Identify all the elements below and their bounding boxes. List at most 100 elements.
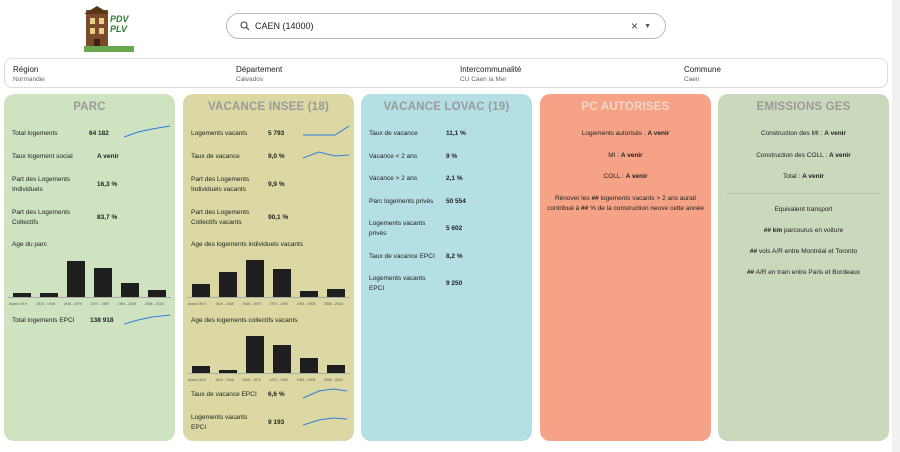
pc-line-logements: Logements autorisés : A venir [540, 130, 711, 137]
ges-mi-label: Construction des MI : [760, 130, 825, 137]
ges-voiture-label: parcourus en voiture [782, 227, 844, 234]
lovac-epci-taux-label: Taux de vacance EPCI [369, 253, 435, 260]
vacance-individuels-label: Part des Logements Individuels vacants [191, 176, 250, 193]
ges-coll-value: A venir [828, 152, 851, 159]
age-bar-label: 2006 - 2015 [144, 302, 164, 306]
crumb-commune-label: Commune [684, 65, 721, 74]
age-bar [300, 290, 319, 297]
parc-age-chart: Avant 1919 1919 - 1945 1946 - 1970 1971 - 1… [8, 254, 171, 306]
crumb-departement: Département Calvados [236, 65, 282, 83]
age-bar-label: 2006 - 2015 [323, 378, 343, 382]
ges-coll-label: Construction des COLL : [756, 152, 829, 159]
parc-title: PARC [73, 101, 106, 113]
vacance-insee-card: VACANCE INSEE (18) Logements vacants 5 7… [183, 94, 354, 441]
parc-age-title: Age du parc [12, 241, 48, 248]
lovac-plus2-label: Vacance > 2 ans [369, 175, 418, 182]
crumb-departement-value: Calvados [236, 76, 264, 83]
age-bar-label: Avant 1919 [188, 302, 206, 306]
parc-total-sparkline [124, 125, 171, 138]
chart-axis [187, 373, 350, 374]
age-bar [191, 365, 210, 373]
parc-total-label: Total logements [12, 130, 58, 137]
pc-renovation-text: Rénover les ## logements vacants > 2 ans… [546, 194, 705, 214]
lovac-epci-taux-value: 8,2 % [446, 253, 463, 260]
age-bar [66, 261, 85, 297]
crumb-intercommunalite-value: CU Caen la Mer [460, 76, 507, 83]
vacance-logements-sparkline [303, 125, 350, 136]
ges-train-label: A/R en train entre Paris et Bordeaux [754, 269, 861, 276]
age-bar [94, 267, 113, 297]
pc-text-a: Rénover les [554, 195, 592, 202]
parc-individuels-value: 16,3 % [97, 181, 118, 188]
parc-social-value: A venir [97, 153, 119, 160]
crumb-intercommunalite-label: Intercommunalité [460, 65, 522, 74]
vacance-collectifs-label: Part des Logements Collectifs vacants [191, 209, 250, 226]
lovac-moins2-value: 9 % [446, 153, 458, 160]
ges-equiv-train: ## A/R en train entre Paris et Bordeaux [718, 269, 889, 276]
lovac-prives-value: 50 554 [446, 198, 466, 205]
vacance-epci-taux-label: Taux de vacance EPCI [191, 391, 257, 398]
age-bar [273, 269, 292, 297]
parc-total-value: 64 182 [89, 130, 109, 137]
vacance-taux-label: Taux de vacance [191, 153, 240, 160]
vacance-taux-value: 9,0 % [268, 153, 285, 160]
pc-logements-label: Logements autorisés : [581, 130, 648, 137]
pc-title: PC AUTORISES [581, 101, 670, 113]
age-bar [327, 289, 346, 297]
lovac-vacants-prives-label: Logements vacants privés [369, 220, 426, 237]
age-bar-label: 1991 - 2005 [117, 302, 137, 306]
crumb-departement-label: Département [236, 65, 283, 74]
parc-collectifs-value: 83,7 % [97, 214, 118, 221]
clear-icon[interactable]: × [631, 19, 638, 33]
age-bar [327, 365, 346, 373]
parc-epci-label: Total logements EPCI [12, 317, 75, 324]
ges-total-value: A venir [802, 173, 824, 180]
pc-coll-value: A venir [625, 173, 648, 180]
age-bar-label: 1946 - 1970 [63, 302, 83, 306]
age-bar [245, 335, 264, 373]
commune-search-input[interactable]: CAEN (14000) × ▼ [226, 13, 666, 39]
age-bar [218, 370, 237, 373]
emissions-ges-card: EMISSIONS GES Construction des MI : A ve… [718, 94, 889, 441]
parc-individuels-label: Part des Logements Individuels [12, 176, 71, 193]
pc-text-b: ## [591, 195, 599, 202]
vacance-age-ind-chart: Avant 1919 1919 - 1945 1946 - 1970 1971 - 1… [187, 254, 350, 306]
age-bar-label: 1919 - 1945 [215, 378, 234, 382]
age-bar-label: 1946 - 1970 [242, 302, 262, 306]
pc-logements-value: A venir [647, 130, 670, 137]
pc-mi-value: A venir [620, 152, 643, 159]
chevron-down-icon[interactable]: ▼ [644, 23, 651, 30]
search-value: CAEN (14000) [255, 21, 314, 31]
ges-vols-label: vols A/R entre Montréal et Toronto [757, 248, 858, 255]
chart-axis [187, 297, 350, 298]
crumb-commune-value: Caen [684, 76, 700, 83]
age-bar [300, 357, 319, 373]
parc-epci-value: 138 918 [90, 317, 114, 324]
ges-mi-value: A venir [824, 130, 847, 137]
vacance-logements-label: Logements vacants [191, 130, 248, 137]
pdv-plv-logo: PDV PLV [84, 6, 134, 52]
lovac-epci-logements-value: 9 250 [446, 280, 463, 287]
parc-collectifs-label: Part des Logements Collectifs [12, 209, 71, 226]
vacance-epci-logements-label: Logements vacants EPCI [191, 414, 248, 431]
ges-line-mi: Construction des MI : A venir [718, 130, 889, 137]
parc-card: PARC Total logements 64 182 Taux logemen… [4, 94, 175, 441]
age-bar-label: Avant 1919 [188, 378, 206, 382]
crumb-region-label: Région [13, 65, 39, 74]
lovac-vacants-prives-value: 5 602 [446, 225, 463, 232]
vacance-collectifs-value: 90,1 % [268, 214, 289, 221]
pc-coll-label: COLL : [603, 173, 626, 180]
vacance-age-col-title: Age des logements collectifs vacants [191, 317, 298, 324]
lovac-epci-logements-label: Logements vacants EPCI [369, 275, 426, 292]
vacance-epci-taux-sparkline [303, 388, 348, 399]
pc-line-mi: MI : A venir [540, 152, 711, 159]
page-scrollbar[interactable] [892, 0, 900, 452]
age-bar [191, 283, 210, 297]
ges-equiv-title: Equivalent transport [774, 206, 833, 213]
age-bar [218, 272, 237, 297]
logo-text-1: PDV [110, 14, 129, 24]
age-bar [12, 292, 31, 297]
age-bar-label: 2006 - 2015 [323, 302, 343, 306]
chart-axis [8, 297, 171, 298]
vacance-individuels-value: 9,9 % [268, 181, 285, 188]
